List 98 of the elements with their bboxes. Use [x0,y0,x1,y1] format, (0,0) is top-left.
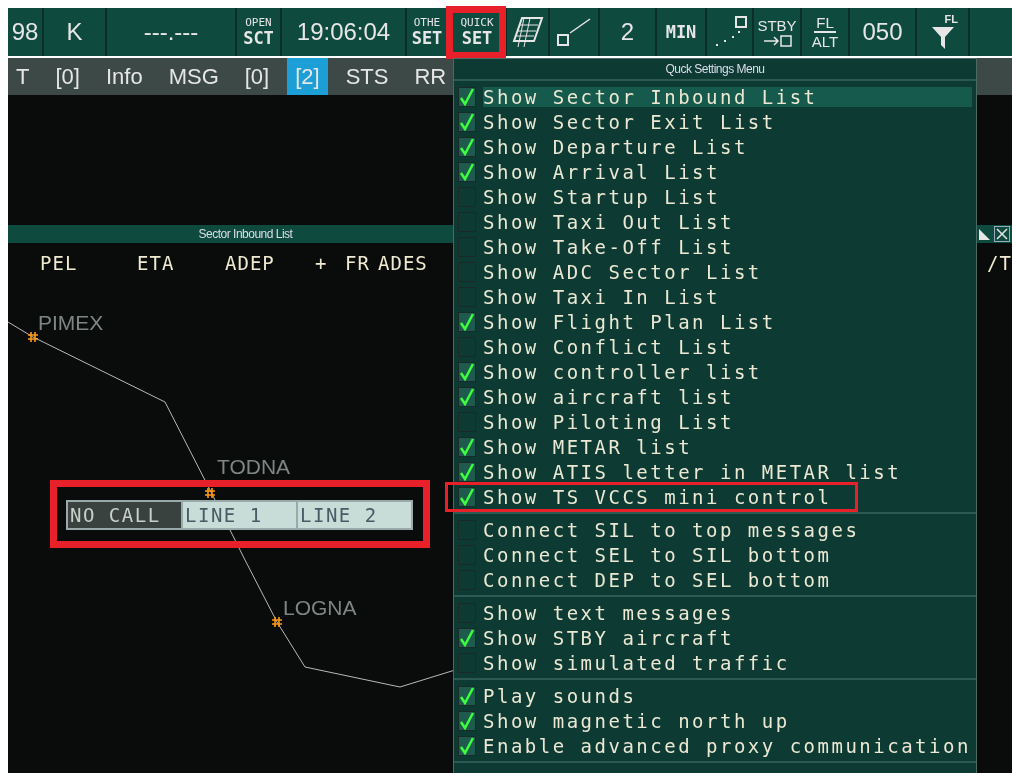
menu-title: Quck Settings Menu [454,59,976,81]
check-icon [459,387,475,406]
tab[interactable]: RR [406,58,455,95]
check-icon [459,362,475,381]
menu-item[interactable]: Show aircraft list [483,386,734,407]
hatched-shape-icon [511,15,544,49]
menu-item[interactable]: Show Take-Off List [483,236,734,257]
menu-item[interactable]: Show TS VCCS mini control [483,486,832,507]
toolbar-text: 2 [620,18,635,46]
menu-item[interactable]: Show controller list [483,361,762,382]
checkbox[interactable] [458,311,476,332]
menu-item[interactable]: Connect SIL to top messages [483,519,860,540]
menu-item[interactable]: Show simulated traffic [483,652,790,673]
toolbar-background [970,8,1012,56]
toolbar-button[interactable]: STBY [754,8,800,56]
toolbar-button[interactable]: MIN [657,8,705,56]
menu-item[interactable]: Show magnetic north up [483,710,790,731]
menu-item[interactable]: Show Startup List [483,186,720,207]
check-icon [459,137,475,156]
menu-item[interactable]: Show Conflict List [483,336,734,357]
menu-item[interactable]: Show ADC Sector List [483,261,762,282]
line-button[interactable]: LINE 1 [183,502,296,528]
tab[interactable]: T [8,58,38,95]
column-header: ADES [378,252,429,274]
checkbox[interactable] [458,710,476,731]
check-icon [459,462,475,481]
checkbox[interactable] [458,486,476,507]
tab[interactable]: [0] [47,58,88,95]
waypoint-label: LOGNA [283,596,357,620]
checkbox[interactable] [458,685,476,706]
toolbar-button[interactable]: FL [917,8,968,56]
arrow-square-icon [762,33,792,48]
window-title: Sector Inbound List [197,227,294,241]
waypoint-icon [272,617,282,627]
checkbox[interactable] [458,136,476,157]
check-icon [459,628,475,647]
waypoint-label: TODNA [217,455,291,479]
check-icon [459,312,475,331]
menu-item[interactable]: Show Sector Inbound List [483,86,972,107]
menu-item[interactable]: Show Piloting List [483,411,734,432]
menu-item[interactable]: Show Flight Plan List [483,311,776,332]
tab[interactable]: MSG [160,58,227,95]
menu-item[interactable]: Enable advanced proxy communication [483,735,971,756]
menu-item[interactable]: Connect SEL to SIL bottom [483,544,832,565]
tab[interactable]: STS [337,58,397,95]
toolbar-button[interactable]: OPEN SCT [237,8,280,56]
menu-item[interactable]: Show Departure List [483,136,748,157]
waypoint-label: PIMEX [38,311,104,335]
menu-item[interactable]: Show METAR list [483,436,693,457]
checkbox[interactable] [458,161,476,182]
toolbar-button[interactable]: OTHE SET [407,8,447,56]
checkbox[interactable] [458,86,476,107]
close-icon[interactable] [994,226,1010,242]
check-icon [459,437,475,456]
column-header: ADEP [225,252,276,274]
check-icon [459,736,475,755]
menu-item[interactable]: Show Sector Exit List [483,111,776,132]
checkbox[interactable] [458,461,476,482]
checkbox[interactable] [458,436,476,457]
check-icon [459,487,475,506]
toolbar-text: ---.--- [143,18,199,46]
menu-item[interactable]: Connect DEP to SEL bottom [483,569,832,590]
checkbox[interactable] [458,361,476,382]
column-header: ETA [137,252,176,274]
checkbox[interactable] [458,111,476,132]
column-header: FR [345,252,371,274]
line-button[interactable]: LINE 2 [298,502,411,528]
column-header: PEL [40,252,79,274]
waypoint-icon [28,332,38,342]
line-square-icon [556,15,592,49]
toolbar-text: 19:06:04 [296,18,391,46]
menu-item[interactable]: Show Taxi In List [483,286,720,307]
menu-item[interactable]: Show STBY aircraft [483,627,734,648]
toolbar-text: K [66,18,83,46]
menu-item[interactable]: Show ATIS letter in METAR list [483,461,902,482]
resize-icon[interactable] [976,226,992,242]
menu-item[interactable]: Show Arrival List [483,161,720,182]
check-icon [459,711,475,730]
menu-item[interactable]: Play sounds [483,685,637,706]
funnel-icon [930,24,955,51]
checkbox[interactable] [458,386,476,407]
check-icon [459,112,475,131]
tab[interactable]: [0] [236,58,278,95]
column-header: + [315,252,329,274]
toolbar-button[interactable]: FL ALT [802,8,848,56]
checkbox[interactable] [458,627,476,648]
check-icon [459,87,475,106]
check-icon [459,686,475,705]
menu-item[interactable]: Show Taxi Out List [483,211,734,232]
toolbar-text: 98 [11,18,39,46]
tab[interactable]: Info [97,58,151,95]
checkbox[interactable] [458,735,476,756]
column-header: /T [987,252,1012,274]
toolbar-text: 050 [862,18,903,46]
line-button[interactable]: NO CALL [68,502,181,528]
waypoint-icon [205,488,215,498]
menu-item[interactable]: Show text messages [483,602,734,623]
check-icon [459,162,475,181]
